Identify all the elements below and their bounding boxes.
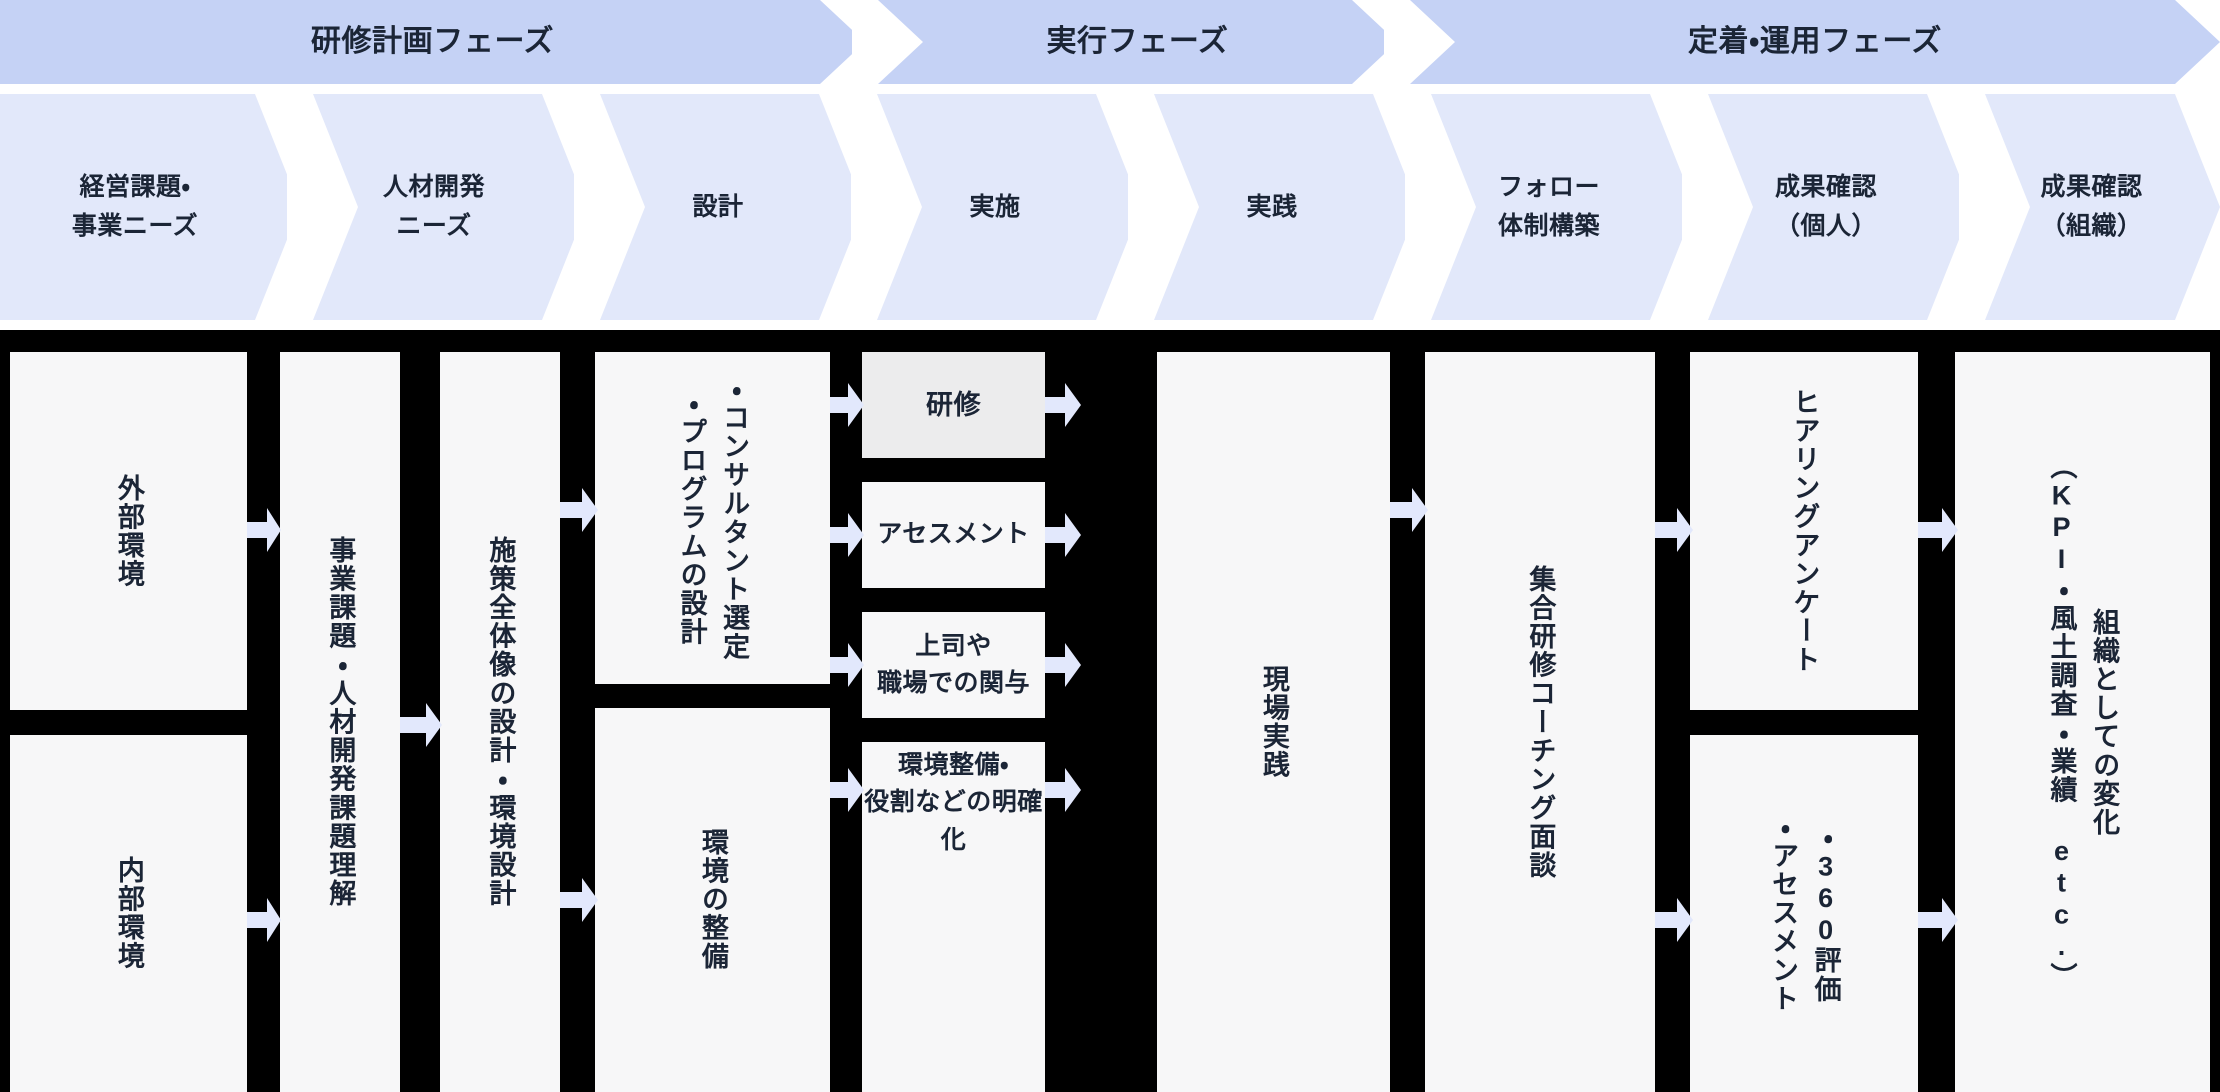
- arrow-overall-design-to-environment: [560, 875, 598, 925]
- box-environment-preparation-label: 環境の整備: [697, 828, 728, 972]
- column-follow-up: 集合研修コーチング面談: [1425, 330, 1655, 1092]
- box-hearing-questionnaire-label: ヒアリングアンケート: [1789, 387, 1820, 675]
- box-training[interactable]: 研修: [862, 352, 1045, 458]
- box-overall-design[interactable]: 施策全体像の設計・環境設計: [440, 352, 560, 1092]
- stage-chevron-5-label: フォロー 体制構築: [1497, 173, 1600, 240]
- phase-chevron-2-label: 定着・運用フェーズ: [1687, 24, 1943, 58]
- stage-chevron-3: 実施: [851, 94, 1141, 320]
- arrow-hearing-to-organization: [1918, 505, 1958, 555]
- box-consultant-program-design-label: ・コンサルタント選定 ・プログラムの設計: [676, 374, 750, 662]
- arrow-internal-to-issue: [247, 895, 281, 945]
- arrow-training-to-practice: [1045, 380, 1081, 430]
- box-group-training-coaching-label: 集合研修コーチング面談: [1525, 564, 1556, 880]
- phase-chevron-1-label: 実行フェーズ: [1046, 24, 1229, 58]
- box-external-environment-label: 外部環境: [113, 473, 144, 589]
- stage-chevron-6: 成果確認 （個人）: [1682, 94, 1972, 320]
- box-on-site-practice-label: 現場実践: [1258, 664, 1289, 780]
- box-organizational-change-label: 組織としての変化 （KPI・風土調査・業績 etc.）: [2046, 452, 2120, 992]
- box-issue-understanding-label: 事業課題・人材開発課題理解: [325, 535, 356, 909]
- arrow-external-to-issue: [247, 505, 281, 555]
- stage-chevron-0-label: 経営課題・ 事業ニーズ: [71, 173, 199, 240]
- column-overall-design: 施策全体像の設計・環境設計: [440, 330, 560, 1092]
- box-assessment[interactable]: アセスメント: [862, 482, 1045, 588]
- stage-chevron-4-label: 実践: [1246, 192, 1298, 221]
- stage-chevron-1-label: 人材開発 ニーズ: [382, 173, 485, 240]
- arrow-environment-to-clarification: [830, 765, 864, 815]
- arrow-issue-to-overall-design: [400, 700, 442, 750]
- arrow-360-to-organization: [1918, 895, 1958, 945]
- arrow-consultant-to-training: [830, 380, 864, 430]
- box-organizational-change[interactable]: 組織としての変化 （KPI・風土調査・業績 etc.）: [1955, 352, 2210, 1092]
- box-hearing-questionnaire[interactable]: ヒアリングアンケート: [1690, 352, 1918, 710]
- column-environment: 外部環境 内部環境: [10, 330, 247, 1092]
- box-360-assessment[interactable]: ・360評価 ・アセスメント: [1690, 735, 1918, 1092]
- column-organization-results: 組織としての変化 （KPI・風土調査・業績 etc.）: [1955, 330, 2210, 1092]
- stage-chevron-4: 実践: [1128, 94, 1418, 320]
- arrow-consultant-to-assessment: [830, 510, 864, 560]
- box-environment-role-clarification-label: 環境整備・ 役割などの明確化: [864, 750, 1043, 854]
- box-on-site-practice[interactable]: 現場実践: [1157, 352, 1390, 1092]
- box-environment-role-clarification[interactable]: 環境整備・ 役割などの明確化: [862, 742, 1045, 1092]
- box-manager-workplace-involvement-label: 上司や 職場での関与: [876, 631, 1030, 698]
- stage-chevron-7: 成果確認 （組織）: [1959, 94, 2220, 320]
- box-group-training-coaching[interactable]: 集合研修コーチング面談: [1425, 352, 1655, 1092]
- column-practice: 現場実践: [1157, 330, 1390, 1092]
- stage-chevron-5: フォロー 体制構築: [1405, 94, 1695, 320]
- column-design-detail: ・コンサルタント選定 ・プログラムの設計 環境の整備: [595, 330, 830, 1092]
- column-implementation: 研修 アセスメント 上司や 職場での関与 環境整備・ 役割などの明確化: [862, 330, 1045, 1092]
- arrow-involvement-to-practice: [1045, 640, 1081, 690]
- arrow-follow-up-to-hearing: [1655, 505, 1693, 555]
- box-internal-environment-label: 内部環境: [113, 856, 144, 971]
- arrow-assessment-to-practice: [1045, 510, 1081, 560]
- process-flow-diagram: 研修計画フェーズ 実行フェーズ 定着・運用フェーズ 経営課題・ 事業ニーズ 人材…: [0, 0, 2220, 1092]
- box-360-assessment-label: ・360評価 ・アセスメント: [1768, 813, 1841, 1014]
- stage-chevron-0: 経営課題・ 事業ニーズ: [0, 94, 300, 320]
- box-training-label: 研修: [925, 389, 982, 420]
- phase-chevron-1: 実行フェーズ: [852, 0, 1397, 84]
- box-environment-preparation[interactable]: 環境の整備: [595, 708, 830, 1092]
- arrow-overall-design-to-consultant: [560, 485, 598, 535]
- arrow-clarification-to-practice: [1045, 765, 1081, 815]
- box-manager-workplace-involvement[interactable]: 上司や 職場での関与: [862, 612, 1045, 718]
- box-consultant-program-design[interactable]: ・コンサルタント選定 ・プログラムの設計: [595, 352, 830, 684]
- stage-chevron-1: 人材開発 ニーズ: [287, 94, 587, 320]
- phase-chevron-0: 研修計画フェーズ: [0, 0, 865, 84]
- stage-chevron-2-label: 設計: [692, 192, 744, 221]
- column-individual-results: ヒアリングアンケート ・360評価 ・アセスメント: [1690, 330, 1918, 1092]
- stage-chevron-row: 経営課題・ 事業ニーズ 人材開発 ニーズ 設計 実施 実践 フォロー 体制構築 …: [0, 94, 2220, 320]
- stage-chevron-2: 設計: [574, 94, 864, 320]
- stage-chevron-6-label: 成果確認 （個人）: [1774, 173, 1877, 240]
- box-external-environment[interactable]: 外部環境: [10, 352, 247, 710]
- box-internal-environment[interactable]: 内部環境: [10, 735, 247, 1092]
- phase-chevron-2: 定着・運用フェーズ: [1384, 0, 2220, 84]
- stage-chevron-7-label: 成果確認 （組織）: [2040, 173, 2143, 240]
- phase-chevron-0-label: 研修計画フェーズ: [310, 24, 555, 58]
- box-issue-understanding[interactable]: 事業課題・人材開発課題理解: [280, 352, 400, 1092]
- flow-body: 外部環境 内部環境 事業課題・人材開発課題理解 施策全体像の設計・環境設計 ・コ…: [0, 330, 2220, 1092]
- box-assessment-label: アセスメント: [877, 520, 1030, 549]
- arrow-practice-to-follow-up: [1390, 485, 1428, 535]
- phase-banner-row: 研修計画フェーズ 実行フェーズ 定着・運用フェーズ: [0, 0, 2220, 84]
- column-issue-understanding: 事業課題・人材開発課題理解: [280, 330, 400, 1092]
- box-overall-design-label: 施策全体像の設計・環境設計: [485, 535, 516, 909]
- arrow-follow-up-to-360: [1655, 895, 1693, 945]
- arrow-environment-to-involvement: [830, 640, 864, 690]
- stage-chevron-3-label: 実施: [969, 192, 1021, 221]
